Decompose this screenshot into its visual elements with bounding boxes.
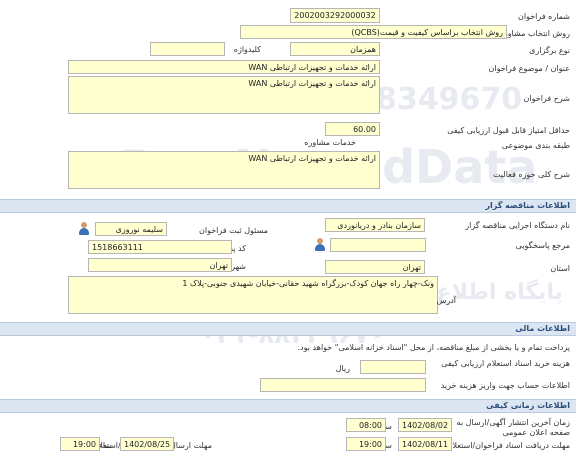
organizer-section-header: اطلاعات مناقصه گزار [0, 199, 576, 213]
response-date-field[interactable]: 1402/08/25 [120, 437, 174, 451]
timing-section-header: اطلاعات زمانی کیفی [0, 399, 576, 413]
keyword-field[interactable] [150, 42, 225, 56]
fee-label: هزینه خرید اسناد استعلام ارزیابی کیفی [441, 359, 570, 368]
account-field[interactable] [260, 378, 426, 392]
city-label: شهر [231, 262, 246, 271]
category-label: طبقه بندی موضوعی [501, 141, 570, 150]
tender-number-field[interactable]: 2002003292000032 [290, 8, 380, 23]
address-label: آدرس [436, 296, 456, 305]
description-field[interactable]: ارائه خدمات و تجهیزات ارتباطی WAN [68, 76, 380, 114]
city-field[interactable]: تهران [88, 258, 232, 272]
fee-unit: ریال [335, 364, 350, 373]
province-field[interactable]: تهران [325, 260, 425, 274]
receive-date-field[interactable]: 1402/08/11 [398, 437, 452, 451]
reference-label: مرجع پاسخگویی [515, 241, 570, 250]
description-label: شرح فراخوان [523, 94, 570, 103]
guarantee-note: پرداخت تمام و یا بخشی از مبلغ مناقصه، از… [297, 343, 570, 352]
executor-label: نام دستگاه اجرایی مناقصه گزار [465, 221, 570, 230]
publish-date-field[interactable]: 1402/08/02 [398, 418, 452, 432]
type-field[interactable]: همزمان [290, 42, 380, 56]
reference-field[interactable] [330, 238, 426, 252]
publish-label: زمان آخرین انتشار آگهی/ارسال به صفحه اعل… [456, 418, 570, 437]
min-score-field[interactable]: 60.00 [325, 122, 380, 136]
officer-person-icon[interactable] [78, 222, 90, 235]
type-label: نوع برگزاری [529, 46, 570, 55]
subject-field[interactable]: ارائه خدمات و تجهیزات ارتباطی WAN [68, 60, 380, 74]
category-value: خدمات مشاوره [304, 138, 356, 147]
postal-field[interactable]: 1518663111 [88, 240, 232, 254]
method-field[interactable]: روش انتخاب براساس کیفیت و قیمت(QCBS) [240, 25, 507, 39]
method-label: روش انتخاب مشاور [503, 29, 570, 38]
receive-time-field[interactable]: 19:00 [346, 437, 386, 451]
publish-time-field[interactable]: 08:00 [346, 418, 386, 432]
keyword-label: کلیدواژه [233, 45, 261, 54]
province-label: استان [550, 264, 570, 273]
receive-label: مهلت دریافت اسناد فراخوان/استعلام [447, 441, 570, 450]
min-score-label: حداقل امتیاز قابل قبول ارزیابی کیفی [447, 126, 570, 135]
fee-field[interactable] [360, 360, 426, 374]
response-time-field[interactable]: 19:00 [60, 437, 100, 451]
subject-label: عنوان / موضوع فراخوان [488, 64, 571, 73]
reference-person-icon[interactable] [314, 238, 326, 251]
tender-number-label: شماره فراخوان [518, 12, 570, 21]
scope-label: شرح کلی حوزه فعالیت [493, 170, 570, 179]
financial-section-header: اطلاعات مالی [0, 322, 576, 336]
account-label: اطلاعات حساب جهت واریز هزینه خرید [440, 381, 570, 390]
officer-label: مسئول ثبت فراخوان [199, 226, 268, 235]
executor-field[interactable]: سازمان بنادر و دریانوردی [325, 218, 425, 232]
scope-field[interactable]: ارائه خدمات و تجهیزات ارتباطی WAN [68, 151, 380, 189]
officer-field[interactable]: سلیمه نوروزی [95, 222, 167, 236]
address-field[interactable]: ونک-چهار راه جهان کودک-بزرگراه شهید حقان… [68, 276, 438, 314]
